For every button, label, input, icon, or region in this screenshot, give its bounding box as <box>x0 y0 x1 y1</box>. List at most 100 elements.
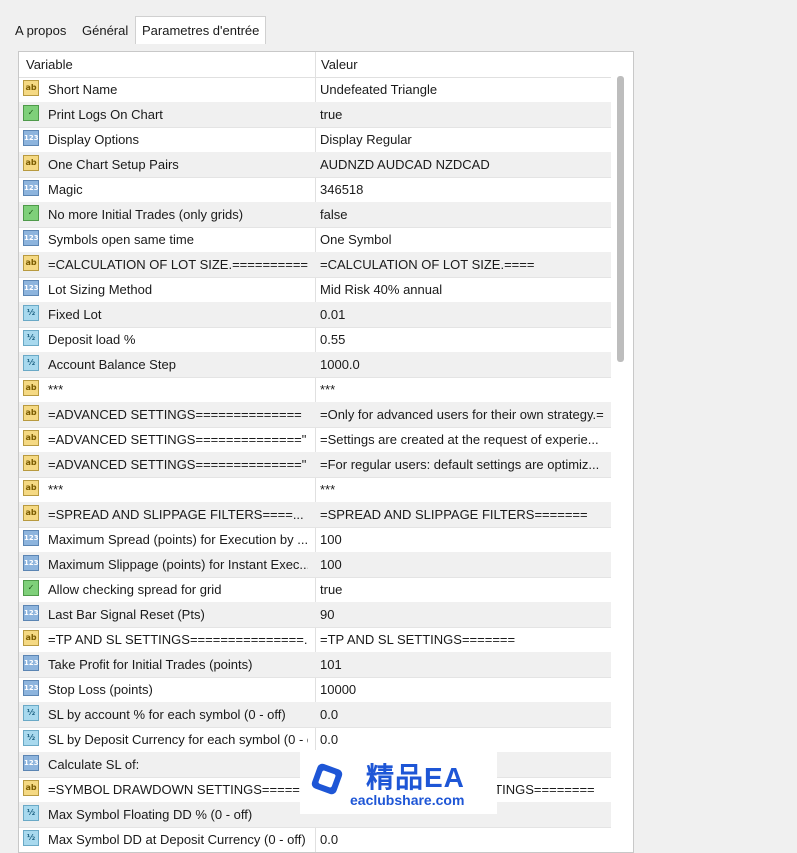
watermark-url: eaclubshare.com <box>350 792 465 808</box>
table-row[interactable]: ab =ADVANCED SETTINGS==============" =For … <box>19 452 611 478</box>
param-value[interactable]: Undefeated Triangle <box>320 77 610 102</box>
header-variable[interactable]: Variable <box>26 52 73 77</box>
param-name: =ADVANCED SETTINGS==============" <box>48 432 307 447</box>
param-value[interactable]: 346518 <box>320 177 610 202</box>
param-value[interactable]: =TP AND SL SETTINGS======= <box>320 627 610 652</box>
integer-param-icon: 123 <box>23 605 39 621</box>
param-name: Symbols open same time <box>48 232 194 247</box>
table-row[interactable]: 123 Take Profit for Initial Trades (point… <box>19 652 611 678</box>
text-param-icon: ab <box>23 430 39 446</box>
param-value[interactable]: 0.0 <box>320 702 610 727</box>
double-param-icon: ½ <box>23 805 39 821</box>
integer-param-icon: 123 <box>23 230 39 246</box>
param-value[interactable]: *** <box>320 377 610 402</box>
table-row[interactable]: ab =ADVANCED SETTINGS============== =Only … <box>19 402 611 428</box>
table-row[interactable]: 123 Magic 346518 <box>19 177 611 203</box>
bool-param-icon: ✓ <box>23 105 39 121</box>
param-name: =SYMBOL DRAWDOWN SETTINGS============= <box>48 782 308 797</box>
param-value[interactable]: *** <box>320 477 610 502</box>
table-row[interactable]: ½ Max Symbol DD at Deposit Currency (0 - … <box>19 827 611 852</box>
double-param-icon: ½ <box>23 730 39 746</box>
table-row[interactable]: ab Short Name Undefeated Triangle <box>19 77 611 103</box>
tab-bar: A propos Général Parametres d'entrée <box>0 0 797 44</box>
table-row[interactable]: ab *** *** <box>19 377 611 403</box>
table-row[interactable]: ✓ Print Logs On Chart true <box>19 102 611 128</box>
param-value[interactable]: One Symbol <box>320 227 610 252</box>
param-name: Account Balance Step <box>48 357 176 372</box>
text-param-icon: ab <box>23 480 39 496</box>
param-value[interactable]: 10000 <box>320 677 610 702</box>
param-value[interactable]: true <box>320 577 610 602</box>
param-name: Display Options <box>48 132 140 147</box>
param-value[interactable]: 0.01 <box>320 302 610 327</box>
table-row[interactable]: ab One Chart Setup Pairs AUDNZD AUDCAD NZD… <box>19 152 611 178</box>
vertical-scrollbar[interactable] <box>617 76 624 362</box>
param-value[interactable]: 101 <box>320 652 610 677</box>
table-row[interactable]: 123 Stop Loss (points) 10000 <box>19 677 611 703</box>
table-row[interactable]: ½ Account Balance Step 1000.0 <box>19 352 611 378</box>
param-name: Stop Loss (points) <box>48 682 153 697</box>
table-row[interactable]: 123 Lot Sizing Method Mid Risk 40% annual <box>19 277 611 303</box>
integer-param-icon: 123 <box>23 530 39 546</box>
param-value[interactable]: =For regular users: default settings are… <box>320 452 610 477</box>
table-row[interactable]: ✓ No more Initial Trades (only grids) fals… <box>19 202 611 228</box>
param-name: Max Symbol Floating DD % (0 - off) <box>48 807 253 822</box>
integer-param-icon: 123 <box>23 130 39 146</box>
param-name: Maximum Spread (points) for Execution by… <box>48 532 308 547</box>
table-row[interactable]: 123 Maximum Slippage (points) for Instant… <box>19 552 611 578</box>
double-param-icon: ½ <box>23 705 39 721</box>
param-name: Calculate SL of: <box>48 757 140 772</box>
table-row[interactable]: 123 Last Bar Signal Reset (Pts) 90 <box>19 602 611 628</box>
table-row[interactable]: ½ SL by account % for each symbol (0 - of… <box>19 702 611 728</box>
bool-param-icon: ✓ <box>23 205 39 221</box>
param-value[interactable]: Display Regular <box>320 127 610 152</box>
tab-parametres-entree[interactable]: Parametres d'entrée <box>135 16 267 44</box>
watermark: 精品EA eaclubshare.com <box>300 750 497 814</box>
table-row[interactable]: 123 Symbols open same time One Symbol <box>19 227 611 253</box>
param-name: Last Bar Signal Reset (Pts) <box>48 607 205 622</box>
table-row[interactable]: ab =SPREAD AND SLIPPAGE FILTERS====... =SP… <box>19 502 611 528</box>
param-value[interactable]: =Settings are created at the request of … <box>320 427 610 452</box>
param-name: *** <box>48 482 64 497</box>
table-row[interactable]: 123 Maximum Spread (points) for Execution… <box>19 527 611 553</box>
param-value[interactable]: true <box>320 102 610 127</box>
param-value[interactable]: =SPREAD AND SLIPPAGE FILTERS======= <box>320 502 610 527</box>
param-value[interactable]: 0.55 <box>320 327 610 352</box>
param-name: =ADVANCED SETTINGS============== <box>48 407 302 422</box>
text-param-icon: ab <box>23 505 39 521</box>
table-row[interactable]: ab =CALCULATION OF LOT SIZE.==========...… <box>19 252 611 278</box>
param-value[interactable]: 0.0 <box>320 727 610 752</box>
tab-general[interactable]: Général <box>77 20 133 42</box>
double-param-icon: ½ <box>23 830 39 846</box>
param-value[interactable]: 100 <box>320 552 610 577</box>
table-row[interactable]: ab *** *** <box>19 477 611 503</box>
text-param-icon: ab <box>23 405 39 421</box>
param-value[interactable]: =CALCULATION OF LOT SIZE.==== <box>320 252 610 277</box>
integer-param-icon: 123 <box>23 555 39 571</box>
table-row[interactable]: ½ Deposit load % 0.55 <box>19 327 611 353</box>
param-value[interactable]: 1000.0 <box>320 352 610 377</box>
table-row[interactable]: ab =ADVANCED SETTINGS==============" =Sett… <box>19 427 611 453</box>
integer-param-icon: 123 <box>23 655 39 671</box>
tab-a-propos[interactable]: A propos <box>10 20 71 42</box>
param-value[interactable]: 100 <box>320 527 610 552</box>
table-row[interactable]: ✓ Allow checking spread for grid true <box>19 577 611 603</box>
text-param-icon: ab <box>23 780 39 796</box>
text-param-icon: ab <box>23 80 39 96</box>
table-row[interactable]: ab =TP AND SL SETTINGS===============... =… <box>19 627 611 653</box>
header-value[interactable]: Valeur <box>321 52 358 77</box>
param-name: =ADVANCED SETTINGS==============" <box>48 457 307 472</box>
param-value[interactable]: =Only for advanced users for their own s… <box>320 402 610 427</box>
table-row[interactable]: 123 Display Options Display Regular <box>19 127 611 153</box>
param-value[interactable]: AUDNZD AUDCAD NZDCAD <box>320 152 610 177</box>
watermark-title: 精品EA <box>366 762 465 793</box>
double-param-icon: ½ <box>23 330 39 346</box>
param-name: SL by Deposit Currency for each symbol (… <box>48 732 308 747</box>
param-name: Maximum Slippage (points) for Instant Ex… <box>48 557 308 572</box>
param-value[interactable]: false <box>320 202 610 227</box>
param-value[interactable]: 90 <box>320 602 610 627</box>
table-row[interactable]: ½ Fixed Lot 0.01 <box>19 302 611 328</box>
double-param-icon: ½ <box>23 305 39 321</box>
param-value[interactable]: Mid Risk 40% annual <box>320 277 610 302</box>
inputs-table: Variable Valeur ab Short Name Undefeated T… <box>18 51 634 853</box>
